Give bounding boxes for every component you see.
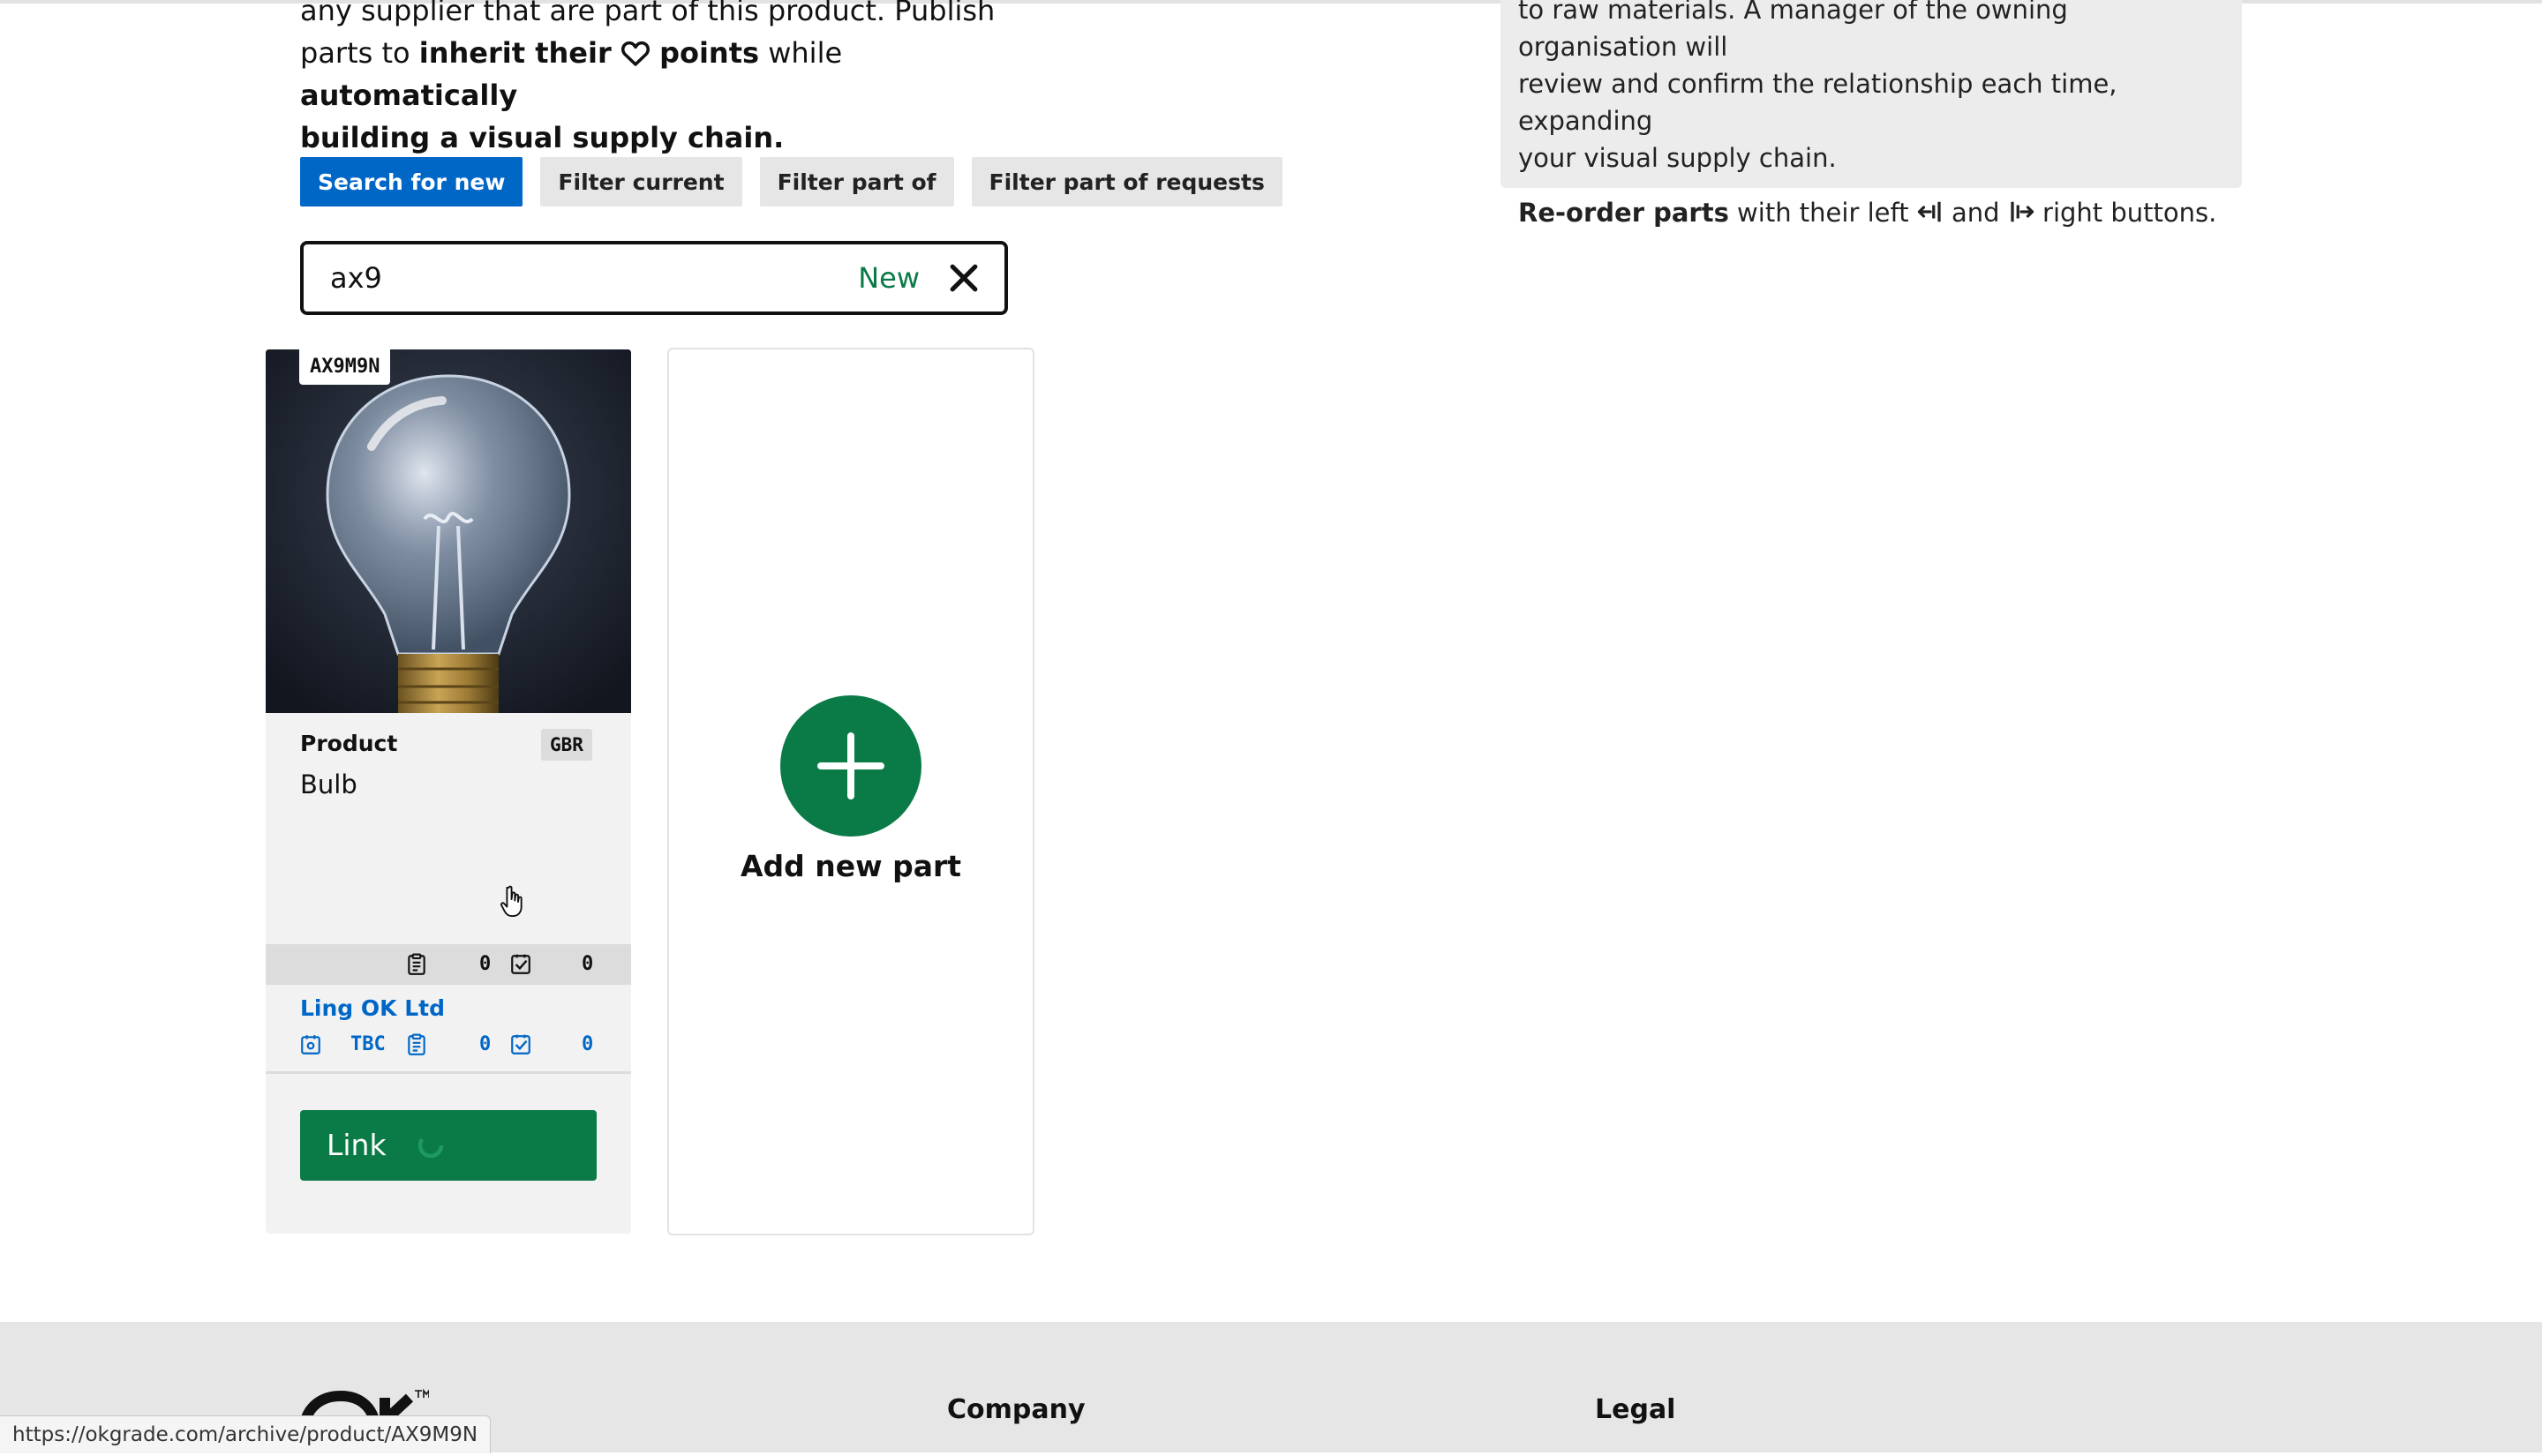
country-badge: GBR [541, 729, 592, 761]
filter-current-button[interactable]: Filter current [540, 157, 742, 206]
product-type-label: Product [300, 731, 398, 756]
reorder-bold: Re-order parts [1518, 198, 1729, 228]
move-right-icon [2011, 201, 2034, 222]
light-bulb-illustration [266, 349, 631, 713]
intro-text: any supplier that are part of this produ… [300, 0, 1024, 159]
info-line-3: your visual supply chain. [1518, 143, 1837, 173]
product-code-badge: AX9M9N [299, 349, 391, 385]
footer-company-heading: Company [947, 1394, 1086, 1425]
plus-icon [817, 732, 884, 799]
hand-cursor-icon [500, 885, 523, 918]
info-line-2: review and confirm the relationship each… [1518, 69, 2117, 136]
search-input-value[interactable]: ax9 [304, 261, 858, 295]
checkbox-icon [511, 954, 530, 974]
document-icon [408, 953, 425, 975]
supplier-check-count: 0 [582, 1033, 594, 1055]
supplier-link[interactable]: Ling OK Ltd [300, 995, 445, 1021]
add-new-part-button[interactable] [780, 695, 921, 837]
move-left-icon [1917, 201, 1941, 222]
supplier-document-count: 0 [479, 1033, 492, 1055]
intro-line-3: building a visual supply chain. [300, 116, 1024, 159]
intro-text-fragment: while [759, 36, 843, 70]
intro-bold-building: building a visual supply chain. [300, 121, 785, 154]
search-new-label: New [858, 261, 920, 295]
product-photo[interactable]: AX9M9N [266, 349, 631, 713]
search-input[interactable]: ax9 New [300, 241, 1008, 315]
info-line-1: to raw materials. A manager of the ownin… [1518, 0, 2068, 62]
product-card[interactable]: AX9M9N Product GBR Bulb 0 0 Ling OK Ltd … [266, 349, 631, 1234]
loading-spinner-icon [417, 1132, 444, 1159]
add-new-part-card[interactable]: Add new part [667, 348, 1034, 1235]
link-button-label: Link [327, 1128, 387, 1162]
reorder-hint: Re-order parts with their left and right… [1518, 194, 2224, 231]
check-count: 0 [582, 953, 594, 975]
filter-part-of-button[interactable]: Filter part of [759, 157, 954, 206]
footer-legal-heading: Legal [1595, 1394, 1676, 1425]
link-button[interactable]: Link [300, 1110, 597, 1181]
intro-text-fragment: parts to [300, 36, 419, 70]
filter-button-row: Search for new Filter current Filter par… [300, 157, 1282, 206]
checkbox-icon [511, 1034, 530, 1054]
calendar-icon [301, 1035, 320, 1054]
product-name: Bulb [300, 769, 357, 799]
reorder-text-fragment: with their left [1728, 198, 1917, 228]
heart-icon [620, 41, 650, 66]
intro-line-1: any supplier that are part of this produ… [300, 0, 996, 27]
intro-bold-inherit: inherit their [418, 36, 612, 70]
product-stats-bar: 0 0 [266, 944, 631, 985]
intro-line-2: parts to inherit their points while auto… [300, 32, 1024, 116]
clear-search-icon[interactable] [944, 259, 983, 297]
reorder-text-fragment: and [1943, 198, 2008, 228]
reorder-text-fragment: right buttons. [2034, 198, 2217, 228]
intro-bold-automatically: automatically [300, 79, 518, 112]
add-new-part-label: Add new part [740, 849, 962, 883]
document-count: 0 [479, 953, 492, 975]
document-icon [408, 1033, 425, 1055]
browser-status-url: https://okgrade.com/archive/product/AX9M… [0, 1415, 492, 1453]
card-divider [266, 1071, 631, 1074]
info-panel: to raw materials. A manager of the ownin… [1500, 0, 2242, 228]
supplier-status: TBC [350, 1033, 386, 1055]
filter-part-of-requests-button[interactable]: Filter part of requests [971, 157, 1282, 206]
intro-bold-points: points [659, 36, 760, 70]
supplier-stats-row: TBC 0 0 [266, 1029, 631, 1061]
search-for-new-button[interactable]: Search for new [300, 157, 523, 206]
